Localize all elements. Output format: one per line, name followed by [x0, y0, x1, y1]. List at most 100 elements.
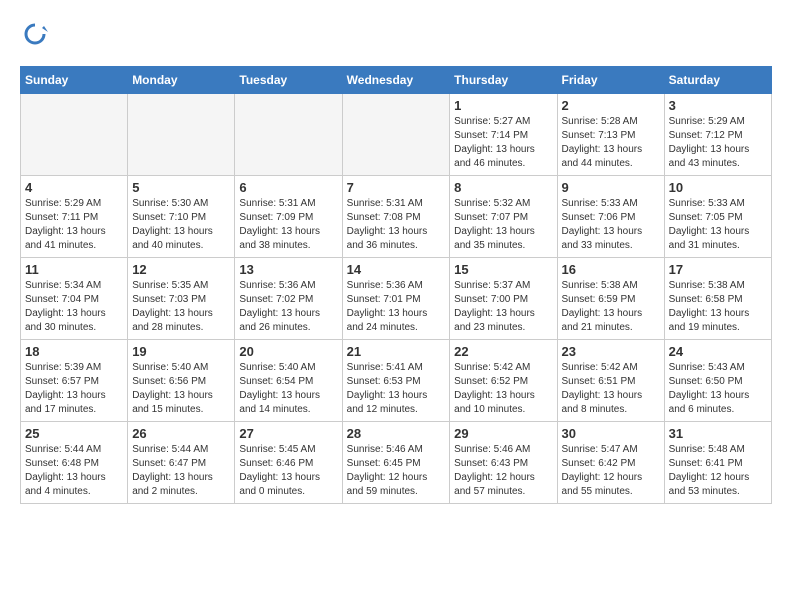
day-info: Sunrise: 5:47 AM Sunset: 6:42 PM Dayligh… — [562, 443, 660, 499]
weekday-wednesday: Wednesday — [342, 67, 450, 94]
day-info: Sunrise: 5:35 AM Sunset: 7:03 PM Dayligh… — [132, 279, 230, 335]
weekday-thursday: Thursday — [450, 67, 557, 94]
calendar-cell: 24 Sunrise: 5:43 AM Sunset: 6:50 PM Dayli… — [664, 340, 771, 422]
day-info: Sunrise: 5:46 AM Sunset: 6:45 PM Dayligh… — [347, 443, 446, 499]
calendar-cell: 29 Sunrise: 5:46 AM Sunset: 6:43 PM Dayli… — [450, 422, 557, 504]
day-info: Sunrise: 5:29 AM Sunset: 7:11 PM Dayligh… — [25, 197, 123, 253]
calendar-cell: 26Sunrise: 5:44 AM Sunset: 6:47 PM Dayli… — [128, 422, 235, 504]
day-info: Sunrise: 5:40 AM Sunset: 6:54 PM Dayligh… — [239, 361, 337, 417]
calendar-cell: 27 Sunrise: 5:45 AM Sunset: 6:46 PM Dayli… — [235, 422, 342, 504]
day-info: Sunrise: 5:29 AM Sunset: 7:12 PM Dayligh… — [669, 115, 767, 171]
calendar-cell: 4 Sunrise: 5:29 AM Sunset: 7:11 PM Daylig… — [21, 176, 128, 258]
day-number: 4 — [25, 180, 123, 195]
day-info: Sunrise: 5:44 AM Sunset: 6:48 PM Dayligh… — [25, 443, 123, 499]
calendar-cell: 2Sunrise: 5:28 AM Sunset: 7:13 PM Daylig… — [557, 94, 664, 176]
day-number: 6 — [239, 180, 337, 195]
calendar-cell: 8 Sunrise: 5:32 AM Sunset: 7:07 PM Daylig… — [450, 176, 557, 258]
day-number: 9 — [562, 180, 660, 195]
day-info: Sunrise: 5:46 AM Sunset: 6:43 PM Dayligh… — [454, 443, 552, 499]
day-number: 31 — [669, 426, 767, 441]
day-number: 29 — [454, 426, 552, 441]
day-info: Sunrise: 5:36 AM Sunset: 7:01 PM Dayligh… — [347, 279, 446, 335]
weekday-header-row: SundayMondayTuesdayWednesdayThursdayFrid… — [21, 67, 772, 94]
day-info: Sunrise: 5:33 AM Sunset: 7:05 PM Dayligh… — [669, 197, 767, 253]
day-number: 15 — [454, 262, 552, 277]
day-info: Sunrise: 5:39 AM Sunset: 6:57 PM Dayligh… — [25, 361, 123, 417]
calendar-cell: 16 Sunrise: 5:38 AM Sunset: 6:59 PM Dayli… — [557, 258, 664, 340]
day-info: Sunrise: 5:28 AM Sunset: 7:13 PM Dayligh… — [562, 115, 660, 171]
day-number: 23 — [562, 344, 660, 359]
day-info: Sunrise: 5:40 AM Sunset: 6:56 PM Dayligh… — [132, 361, 230, 417]
calendar-cell: 21 Sunrise: 5:41 AM Sunset: 6:53 PM Dayli… — [342, 340, 450, 422]
calendar-cell: 15 Sunrise: 5:37 AM Sunset: 7:00 PM Dayli… — [450, 258, 557, 340]
week-row-5: 25 Sunrise: 5:44 AM Sunset: 6:48 PM Dayli… — [21, 422, 772, 504]
weekday-saturday: Saturday — [664, 67, 771, 94]
day-number: 14 — [347, 262, 446, 277]
calendar-cell: 9 Sunrise: 5:33 AM Sunset: 7:06 PM Daylig… — [557, 176, 664, 258]
calendar-cell: 5 Sunrise: 5:30 AM Sunset: 7:10 PM Daylig… — [128, 176, 235, 258]
calendar-cell: 30Sunrise: 5:47 AM Sunset: 6:42 PM Dayli… — [557, 422, 664, 504]
day-info: Sunrise: 5:36 AM Sunset: 7:02 PM Dayligh… — [239, 279, 337, 335]
day-info: Sunrise: 5:48 AM Sunset: 6:41 PM Dayligh… — [669, 443, 767, 499]
day-info: Sunrise: 5:42 AM Sunset: 6:51 PM Dayligh… — [562, 361, 660, 417]
day-info: Sunrise: 5:44 AM Sunset: 6:47 PM Dayligh… — [132, 443, 230, 499]
day-number: 17 — [669, 262, 767, 277]
day-number: 12 — [132, 262, 230, 277]
day-info: Sunrise: 5:41 AM Sunset: 6:53 PM Dayligh… — [347, 361, 446, 417]
calendar-cell: 23 Sunrise: 5:42 AM Sunset: 6:51 PM Dayli… — [557, 340, 664, 422]
day-number: 18 — [25, 344, 123, 359]
day-info: Sunrise: 5:33 AM Sunset: 7:06 PM Dayligh… — [562, 197, 660, 253]
day-number: 27 — [239, 426, 337, 441]
day-info: Sunrise: 5:37 AM Sunset: 7:00 PM Dayligh… — [454, 279, 552, 335]
day-info: Sunrise: 5:27 AM Sunset: 7:14 PM Dayligh… — [454, 115, 552, 171]
calendar-cell: 10 Sunrise: 5:33 AM Sunset: 7:05 PM Dayli… — [664, 176, 771, 258]
calendar-cell: 13 Sunrise: 5:36 AM Sunset: 7:02 PM Dayli… — [235, 258, 342, 340]
day-number: 1 — [454, 98, 552, 113]
calendar-cell: 19 Sunrise: 5:40 AM Sunset: 6:56 PM Dayli… — [128, 340, 235, 422]
calendar-cell: 7Sunrise: 5:31 AM Sunset: 7:08 PM Daylig… — [342, 176, 450, 258]
day-number: 11 — [25, 262, 123, 277]
day-number: 7 — [347, 180, 446, 195]
day-number: 21 — [347, 344, 446, 359]
day-info: Sunrise: 5:38 AM Sunset: 6:58 PM Dayligh… — [669, 279, 767, 335]
calendar-cell: 28 Sunrise: 5:46 AM Sunset: 6:45 PM Dayli… — [342, 422, 450, 504]
calendar-cell: 14 Sunrise: 5:36 AM Sunset: 7:01 PM Dayli… — [342, 258, 450, 340]
day-number: 25 — [25, 426, 123, 441]
day-number: 10 — [669, 180, 767, 195]
day-number: 5 — [132, 180, 230, 195]
calendar-cell: 3 Sunrise: 5:29 AM Sunset: 7:12 PM Daylig… — [664, 94, 771, 176]
weekday-friday: Friday — [557, 67, 664, 94]
week-row-3: 11 Sunrise: 5:34 AM Sunset: 7:04 PM Dayli… — [21, 258, 772, 340]
calendar-cell — [342, 94, 450, 176]
day-number: 19 — [132, 344, 230, 359]
day-info: Sunrise: 5:45 AM Sunset: 6:46 PM Dayligh… — [239, 443, 337, 499]
calendar-cell: 22Sunrise: 5:42 AM Sunset: 6:52 PM Dayli… — [450, 340, 557, 422]
day-info: Sunrise: 5:43 AM Sunset: 6:50 PM Dayligh… — [669, 361, 767, 417]
day-info: Sunrise: 5:30 AM Sunset: 7:10 PM Dayligh… — [132, 197, 230, 253]
day-info: Sunrise: 5:31 AM Sunset: 7:09 PM Dayligh… — [239, 197, 337, 253]
day-info: Sunrise: 5:34 AM Sunset: 7:04 PM Dayligh… — [25, 279, 123, 335]
calendar-cell: 12 Sunrise: 5:35 AM Sunset: 7:03 PM Dayli… — [128, 258, 235, 340]
day-info: Sunrise: 5:38 AM Sunset: 6:59 PM Dayligh… — [562, 279, 660, 335]
week-row-4: 18 Sunrise: 5:39 AM Sunset: 6:57 PM Dayli… — [21, 340, 772, 422]
calendar-cell: 20Sunrise: 5:40 AM Sunset: 6:54 PM Dayli… — [235, 340, 342, 422]
calendar-cell: 31 Sunrise: 5:48 AM Sunset: 6:41 PM Dayli… — [664, 422, 771, 504]
weekday-monday: Monday — [128, 67, 235, 94]
logo — [20, 20, 52, 50]
day-number: 16 — [562, 262, 660, 277]
day-number: 8 — [454, 180, 552, 195]
calendar-cell: 1 Sunrise: 5:27 AM Sunset: 7:14 PM Daylig… — [450, 94, 557, 176]
calendar-cell: 18 Sunrise: 5:39 AM Sunset: 6:57 PM Dayli… — [21, 340, 128, 422]
day-number: 28 — [347, 426, 446, 441]
day-number: 3 — [669, 98, 767, 113]
calendar-cell: 11 Sunrise: 5:34 AM Sunset: 7:04 PM Dayli… — [21, 258, 128, 340]
calendar: SundayMondayTuesdayWednesdayThursdayFrid… — [20, 66, 772, 504]
calendar-cell — [21, 94, 128, 176]
logo-icon — [20, 20, 50, 50]
calendar-cell: 17 Sunrise: 5:38 AM Sunset: 6:58 PM Dayli… — [664, 258, 771, 340]
weekday-tuesday: Tuesday — [235, 67, 342, 94]
day-number: 24 — [669, 344, 767, 359]
day-number: 13 — [239, 262, 337, 277]
day-info: Sunrise: 5:32 AM Sunset: 7:07 PM Dayligh… — [454, 197, 552, 253]
calendar-cell — [235, 94, 342, 176]
